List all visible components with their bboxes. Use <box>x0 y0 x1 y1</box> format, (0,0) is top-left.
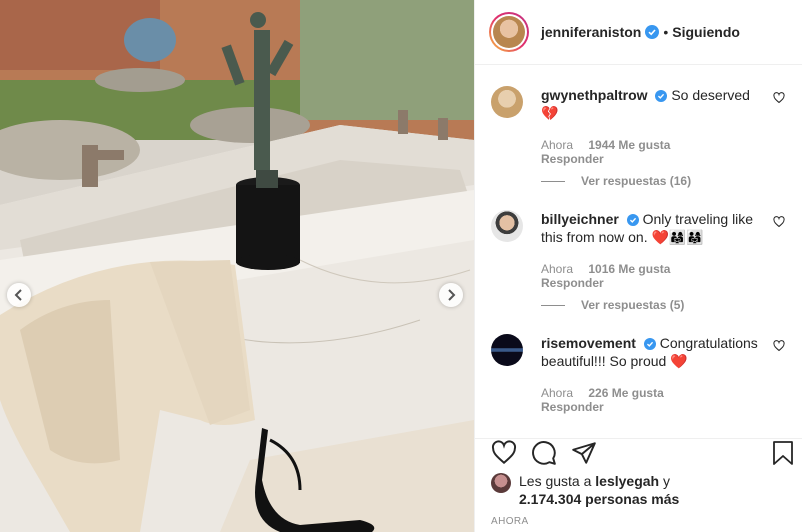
verified-icon <box>645 25 660 39</box>
comment-text: So deserved <box>671 87 750 103</box>
share-icon[interactable] <box>571 440 597 466</box>
comment-item: billyeichner Only traveling like this fr… <box>491 210 791 320</box>
comment-emoji: ❤️ <box>670 353 688 369</box>
verified-icon <box>655 90 668 103</box>
post-timestamp: AHORA <box>491 516 529 527</box>
comment-emoji: ❤️👨‍👩‍👧👨‍👩‍👧 <box>651 229 704 245</box>
likes-count[interactable]: 2.174.304 personas más <box>519 491 679 507</box>
liker-username[interactable]: leslyegah <box>595 473 659 489</box>
comment-likes[interactable]: 226 Me gusta <box>588 386 663 400</box>
author-avatar[interactable] <box>489 12 529 52</box>
verified-icon <box>643 338 656 351</box>
comment-time: Ahora <box>541 262 574 276</box>
comment-meta: Ahora 1944 Me gusta <box>541 138 670 152</box>
heart-icon[interactable] <box>773 92 785 104</box>
comment-text-block: gwynethpaltrow So deserved 💔 <box>541 86 761 122</box>
reply-button[interactable]: Responder <box>541 400 604 414</box>
comment-avatar[interactable] <box>491 86 523 118</box>
comment-username[interactable]: risemovement <box>541 335 636 351</box>
comment-text-block: billyeichner Only traveling like this fr… <box>541 210 761 246</box>
view-replies-button[interactable]: Ver respuestas (16) <box>541 174 691 188</box>
next-photo-button[interactable] <box>439 283 463 307</box>
comment-meta: Ahora 1016 Me gusta <box>541 262 670 276</box>
heart-icon[interactable] <box>491 440 517 466</box>
comment-time: Ahora <box>541 138 574 152</box>
view-replies-label: Ver respuestas (16) <box>581 174 692 188</box>
comment-text-block: risemovement Congratulations beautiful!!… <box>541 334 761 370</box>
post-side-panel: jenniferaniston • Siguiendo gwynethpaltr… <box>474 0 802 532</box>
comment-avatar[interactable] <box>491 334 523 366</box>
heart-icon[interactable] <box>773 340 785 352</box>
comment-item: risemovement Congratulations beautiful!!… <box>491 334 791 424</box>
chevron-left-icon <box>14 289 22 301</box>
separator-dot: • <box>663 24 669 40</box>
post-image <box>0 0 474 532</box>
bookmark-icon[interactable] <box>771 440 795 466</box>
comment-meta: Ahora 226 Me gusta <box>541 386 664 400</box>
comments-list[interactable]: gwynethpaltrow So deserved 💔 Ahora 1944 … <box>475 66 802 438</box>
comment-item: gwynethpaltrow So deserved 💔 Ahora 1944 … <box>491 86 791 196</box>
comment-emoji: 💔 <box>541 105 559 121</box>
previous-photo-button[interactable] <box>7 283 31 307</box>
view-replies-label: Ver respuestas (5) <box>581 298 685 312</box>
liker-avatar[interactable] <box>491 473 511 493</box>
comment-username[interactable]: gwynethpaltrow <box>541 87 648 103</box>
comment-icon[interactable] <box>531 440 557 466</box>
following-button[interactable]: Siguiendo <box>672 24 740 40</box>
likes-conj: y <box>663 473 670 489</box>
comment-avatar[interactable] <box>491 210 523 242</box>
comment-time: Ahora <box>541 386 574 400</box>
action-bar <box>475 438 802 470</box>
post-photo <box>0 0 474 532</box>
reply-button[interactable]: Responder <box>541 276 604 290</box>
comment-likes[interactable]: 1016 Me gusta <box>588 262 670 276</box>
verified-icon <box>626 214 639 227</box>
reply-button[interactable]: Responder <box>541 152 604 166</box>
view-replies-button[interactable]: Ver respuestas (5) <box>541 298 684 312</box>
likes-prefix: Les gusta a <box>519 473 592 489</box>
comment-likes[interactable]: 1944 Me gusta <box>588 138 670 152</box>
post-header: jenniferaniston • Siguiendo <box>475 0 802 65</box>
chevron-right-icon <box>448 289 456 301</box>
comment-username[interactable]: billyeichner <box>541 211 619 227</box>
author-username[interactable]: jenniferaniston <box>541 24 641 40</box>
heart-icon[interactable] <box>773 216 785 228</box>
